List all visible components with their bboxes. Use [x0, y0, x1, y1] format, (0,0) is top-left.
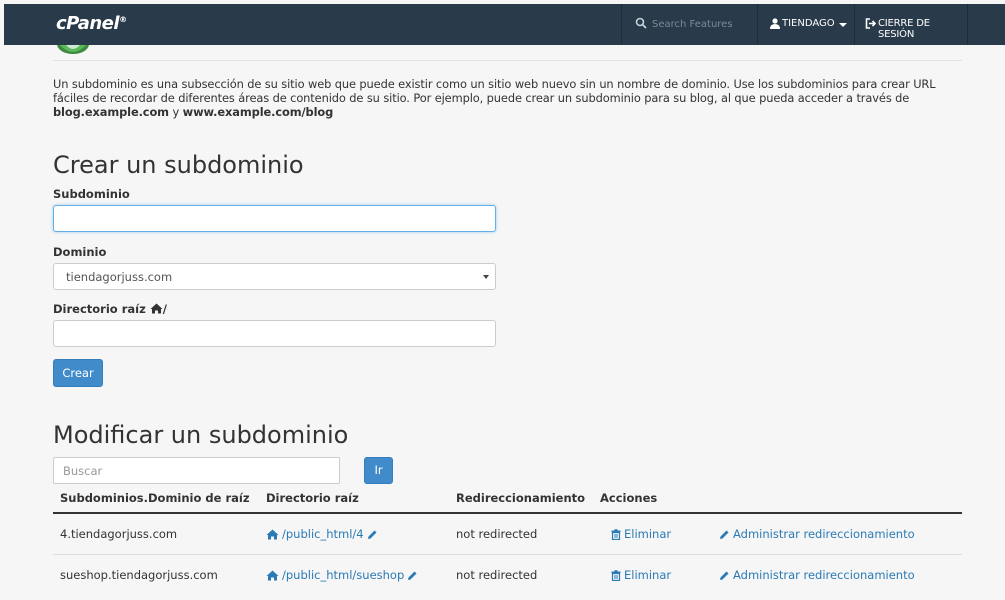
logout-label: CIERRE DE SESIÓN — [878, 18, 930, 40]
docroot-label-text: Directorio raíz — [53, 302, 146, 316]
intro-text: Un subdominio es una subsección de su si… — [53, 77, 936, 105]
pencil-icon — [720, 571, 729, 580]
subdomains-page-icon — [56, 45, 90, 54]
home-icon — [266, 570, 279, 581]
domain-selected-value: tiendagorjuss.com — [66, 270, 173, 284]
home-icon — [266, 529, 279, 540]
trash-icon — [611, 529, 621, 541]
create-button[interactable]: Crear — [53, 359, 103, 387]
row-1-delete-link[interactable]: Eliminar — [611, 527, 671, 541]
row-1-docroot: /public_html/4 — [282, 527, 364, 541]
row-2-manage-label: Administrar redireccionamiento — [733, 568, 915, 582]
chevron-down-icon — [839, 23, 847, 27]
feature-search-input[interactable] — [652, 15, 752, 33]
row-1-subdomain: 4.tiendagorjuss.com — [60, 527, 178, 541]
intro-conj: y — [168, 105, 183, 119]
row-1-redirect: not redirected — [456, 527, 538, 541]
cpanel-logo[interactable]: cPanel® — [56, 13, 127, 34]
brand-text: cPanel — [56, 13, 120, 34]
feature-search[interactable] — [621, 4, 757, 45]
domain-label: Dominio — [53, 245, 107, 259]
row-1-delete-label: Eliminar — [624, 527, 672, 541]
header-divider — [53, 60, 962, 61]
docroot-label: Directorio raíz / — [53, 302, 167, 316]
table-header-divider — [53, 512, 962, 514]
intro-description: Un subdominio es una subsección de su si… — [53, 77, 965, 119]
modify-section-title: Modificar un subdominio — [53, 421, 349, 449]
subdomain-input[interactable] — [53, 205, 496, 232]
go-button[interactable]: Ir — [364, 457, 393, 484]
row-divider — [53, 554, 962, 555]
row-2-delete-link[interactable]: Eliminar — [611, 568, 671, 582]
home-icon — [150, 303, 163, 314]
row-2-redirect: not redirected — [456, 568, 538, 582]
top-bar: cPanel® TIENDAGO CIERRE DE SESIÓN — [4, 4, 1005, 45]
trash-icon — [611, 570, 621, 582]
user-icon — [770, 18, 780, 29]
intro-example-2: www.example.com/blog — [182, 105, 334, 119]
search-icon — [635, 17, 647, 29]
logout-icon — [865, 18, 876, 29]
dropdown-caret-icon — [483, 275, 489, 279]
row-2-docroot: /public_html/sueshop — [282, 568, 405, 582]
column-header-subdomain[interactable]: Subdominios.Dominio de raíz — [60, 491, 250, 505]
domain-select[interactable]: tiendagorjuss.com — [53, 263, 496, 290]
row-1-manage-redirect-link[interactable]: Administrar redireccionamiento — [719, 527, 915, 541]
row-2-subdomain: sueshop.tiendagorjuss.com — [60, 568, 218, 582]
user-name: TIENDAGO — [782, 18, 835, 29]
intro-example-1: blog.example.com — [53, 105, 169, 119]
column-header-docroot[interactable]: Directorio raíz — [266, 491, 359, 505]
column-header-actions: Acciones — [600, 491, 658, 505]
create-section-title: Crear un subdominio — [53, 151, 304, 179]
subdomain-search[interactable] — [53, 457, 340, 484]
row-2-docroot-link[interactable]: /public_html/sueshop — [266, 568, 418, 582]
docroot-suffix: / — [162, 302, 167, 316]
docroot-input[interactable] — [53, 320, 496, 347]
row-1-manage-label: Administrar redireccionamiento — [733, 527, 915, 541]
row-2-manage-redirect-link[interactable]: Administrar redireccionamiento — [719, 568, 915, 582]
column-header-redirect[interactable]: Redireccionamiento — [456, 491, 585, 505]
user-menu[interactable]: TIENDAGO — [757, 4, 854, 45]
subdomain-label: Subdominio — [53, 187, 130, 201]
pencil-icon[interactable] — [367, 529, 378, 540]
subdomain-search-input[interactable] — [63, 464, 323, 478]
row-1-docroot-link[interactable]: /public_html/4 — [266, 527, 378, 541]
pencil-icon[interactable] — [407, 570, 418, 581]
pencil-icon — [720, 530, 729, 539]
logout-button[interactable]: CIERRE DE SESIÓN — [854, 4, 968, 45]
row-2-delete-label: Eliminar — [624, 568, 672, 582]
